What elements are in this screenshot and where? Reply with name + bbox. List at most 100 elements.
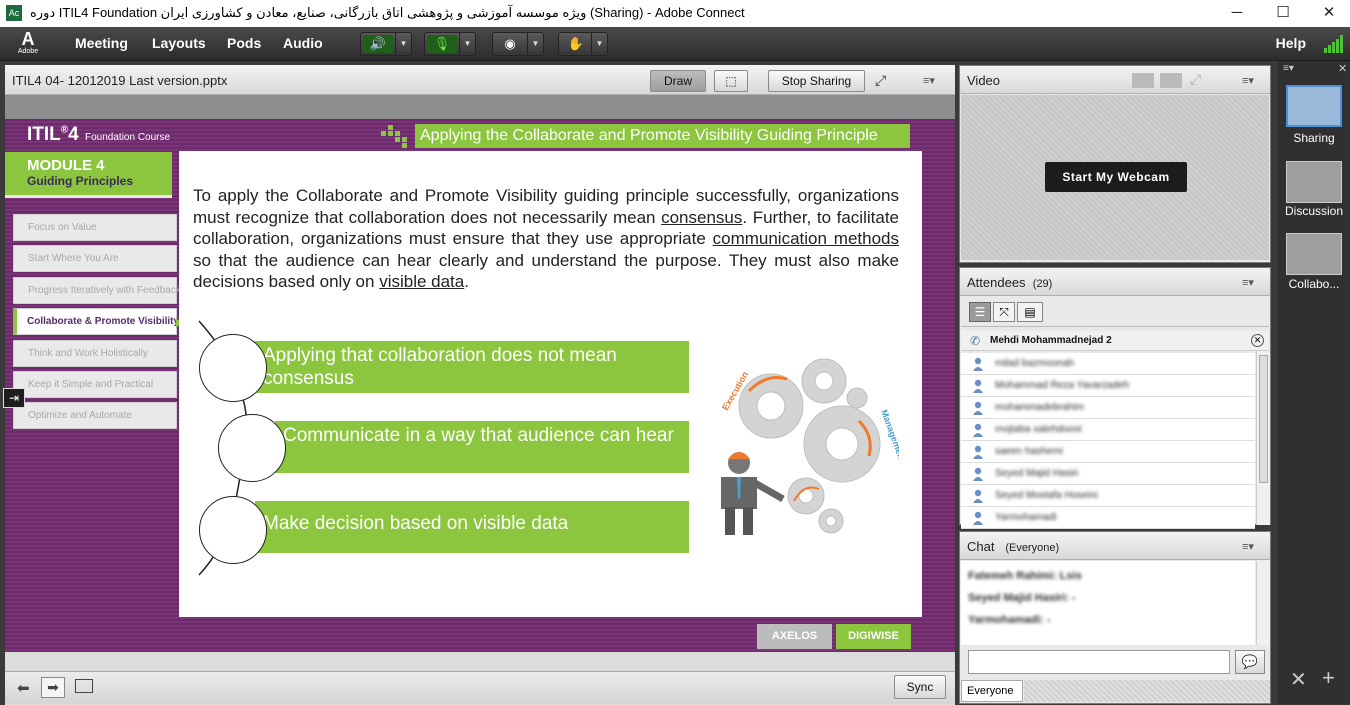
pod-menu-icon[interactable]: ≡▾ (1242, 276, 1254, 289)
chat-scope: (Everyone) (1005, 542, 1060, 554)
microphone-icon[interactable]: 🎙 (427, 35, 457, 53)
point-circle-3 (199, 496, 267, 564)
pod-menu-icon[interactable]: ≡▾ (1242, 74, 1254, 87)
layout-thumb-collaboration[interactable] (1286, 233, 1342, 275)
previous-slide-icon[interactable]: ⬅ (17, 679, 30, 697)
attendee-name: milad bazmoonah (995, 358, 1074, 369)
webcam-control[interactable]: ◉ ▼ (492, 32, 544, 56)
menu-pods[interactable]: Pods (227, 35, 261, 51)
start-webcam-button[interactable]: Start My Webcam (1045, 162, 1187, 192)
module-name: Guiding Principles (27, 174, 134, 188)
minimize-button[interactable]: ─ (1214, 0, 1260, 27)
list-view-icon[interactable]: ☰ (969, 302, 991, 322)
attendee-row[interactable]: mojtaba salehdoost (961, 419, 1255, 441)
chat-tab-everyone[interactable]: Everyone (961, 680, 1023, 702)
expand-video-icon[interactable]: ⤢ (1190, 71, 1201, 88)
main-menu-bar: A Adobe Meeting Layouts Pods Audio 🔊 ▼ 🎙… (0, 27, 1350, 61)
maximize-button[interactable]: ☐ (1260, 0, 1306, 27)
video-area: Start My Webcam (961, 95, 1269, 260)
pointer-tool-button[interactable]: ⬚ (714, 70, 748, 92)
host-row[interactable]: ✆ Mehdi Mohammadnejad 2 ✕ (961, 331, 1269, 351)
slide-nav-item-active: Collaborate & Promote Visibility (13, 308, 179, 335)
layout-label-collaboration[interactable]: Collabo... (1278, 277, 1350, 291)
attendee-row[interactable]: Seyed Majid Hasiri (961, 463, 1255, 485)
microphone-control[interactable]: 🎙 ▼ (424, 32, 476, 56)
layout-thumb-discussion[interactable] (1286, 161, 1342, 203)
point-bar-3: Make decision based on visible data (255, 501, 689, 553)
pod-menu-icon[interactable]: ≡▾ (1242, 540, 1254, 553)
pod-menu-icon[interactable]: ≡▾ (923, 74, 935, 87)
adobe-logo-text: Adobe (17, 48, 39, 55)
itil-course-subtitle: Foundation Course (85, 132, 171, 143)
layout-label-sharing[interactable]: Sharing (1278, 131, 1350, 145)
attendee-name: mohammadebrahim (995, 402, 1084, 413)
sidebar-toggle-icon[interactable] (75, 679, 93, 693)
speaker-icon[interactable]: 🔊 (363, 35, 393, 53)
close-layouts-icon[interactable]: ✕ (1338, 62, 1347, 75)
attendee-row[interactable]: mohammadebrahim (961, 397, 1255, 419)
layout-label-discussion[interactable]: Discussion (1278, 204, 1350, 218)
layouts-menu-icon[interactable]: ≡▾ (1283, 63, 1294, 74)
slide-nav-item: Think and Work Holistically (13, 340, 177, 367)
chat-scrollbar[interactable] (1256, 561, 1270, 645)
scrollbar-thumb[interactable] (1259, 355, 1268, 483)
speaker-control[interactable]: 🔊 ▼ (360, 32, 412, 56)
attendee-row[interactable]: saeen hashemi (961, 441, 1255, 463)
menu-meeting[interactable]: Meeting (75, 35, 128, 51)
presentation-slide: ITIL®4 Foundation Course Applying the Co… (5, 119, 955, 652)
next-slide-icon[interactable]: ➡ (41, 677, 65, 698)
microphone-dropdown-icon[interactable]: ▼ (459, 33, 475, 55)
chat-message: Yarmohamadi: - (968, 614, 1051, 626)
attendee-row[interactable]: Yarmohamadi (961, 507, 1255, 529)
layouts-bar: ≡▾ ✕ Sharing Discussion Collabo... ✕ + (1278, 61, 1350, 704)
webcam-icon[interactable]: ◉ (495, 35, 525, 53)
layout-thumb-sharing[interactable] (1286, 85, 1342, 127)
remove-icon[interactable]: ✕ (1251, 334, 1264, 347)
attendees-pod-header: Attendees (29) ≡▾ (960, 268, 1270, 296)
attendee-name: Yarmohamadi (995, 512, 1057, 523)
collapse-panel-icon[interactable]: ⇥ (3, 388, 25, 408)
send-message-icon[interactable]: 💬 (1235, 650, 1265, 674)
module-label: MODULE 4 Guiding Principles (5, 152, 172, 198)
gear-label-management: Management (879, 408, 899, 463)
raise-hand-control[interactable]: ✋ ▼ (558, 32, 608, 56)
attendee-row[interactable]: milad bazmoonah (961, 353, 1255, 375)
slide-paragraph: To apply the Collaborate and Promote Vis… (193, 186, 899, 291)
share-pod-controls: ⬅ ➡ Sync (5, 671, 955, 704)
attendee-name: Seyed Majid Hasiri (995, 468, 1079, 479)
menu-audio[interactable]: Audio (283, 35, 323, 51)
fullscreen-icon[interactable]: ⤢ (875, 72, 886, 89)
status-view-icon[interactable]: ▤ (1017, 302, 1043, 322)
raise-hand-icon[interactable]: ✋ (561, 35, 591, 53)
filmstrip-view-icon[interactable] (1132, 73, 1154, 88)
user-icon (973, 467, 983, 481)
menu-layouts[interactable]: Layouts (152, 35, 206, 51)
attendees-pod-title: Attendees (29) (967, 275, 1053, 290)
status-dropdown-icon[interactable]: ▼ (591, 33, 607, 55)
stop-sharing-button[interactable]: Stop Sharing (768, 70, 865, 92)
webcam-dropdown-icon[interactable]: ▼ (527, 33, 543, 55)
speaker-dropdown-icon[interactable]: ▼ (395, 33, 411, 55)
video-pod-title: Video (967, 73, 1001, 88)
close-window-button[interactable]: ✕ (1306, 0, 1350, 27)
menu-help[interactable]: Help (1276, 35, 1306, 51)
attendee-row[interactable]: Mohammad Reza Yavarzadeh (961, 375, 1255, 397)
point-bar-2: Communicate in a way that audience can h… (275, 421, 689, 473)
slide-nav-item: Start Where You Are (13, 245, 177, 272)
draw-button[interactable]: Draw (650, 70, 706, 92)
attendee-name: Seyed Mostafa Hoseini (995, 490, 1098, 501)
chat-pod-title: Chat (Everyone) (967, 539, 1060, 554)
tools-icon[interactable]: ✕ (1290, 667, 1307, 692)
breakout-view-icon[interactable]: ⤧ (993, 302, 1015, 322)
connection-signal-icon (1324, 35, 1344, 53)
slide-nav-item: Focus on Value (13, 214, 177, 241)
add-layout-icon[interactable]: + (1322, 665, 1335, 691)
attendee-row[interactable]: Seyed Mostafa Hoseini (961, 485, 1255, 507)
sync-button[interactable]: Sync (894, 675, 946, 699)
attendee-scrollbar[interactable] (1256, 351, 1270, 525)
adobe-connect-app-icon: Ac (6, 5, 22, 21)
shared-file-title: ITIL4 04- 12012019 Last version.pptx (12, 73, 228, 88)
single-view-icon[interactable] (1160, 73, 1182, 88)
slide-nav-item: Keep it Simple and Practical (13, 371, 177, 398)
chat-input[interactable] (968, 650, 1230, 674)
